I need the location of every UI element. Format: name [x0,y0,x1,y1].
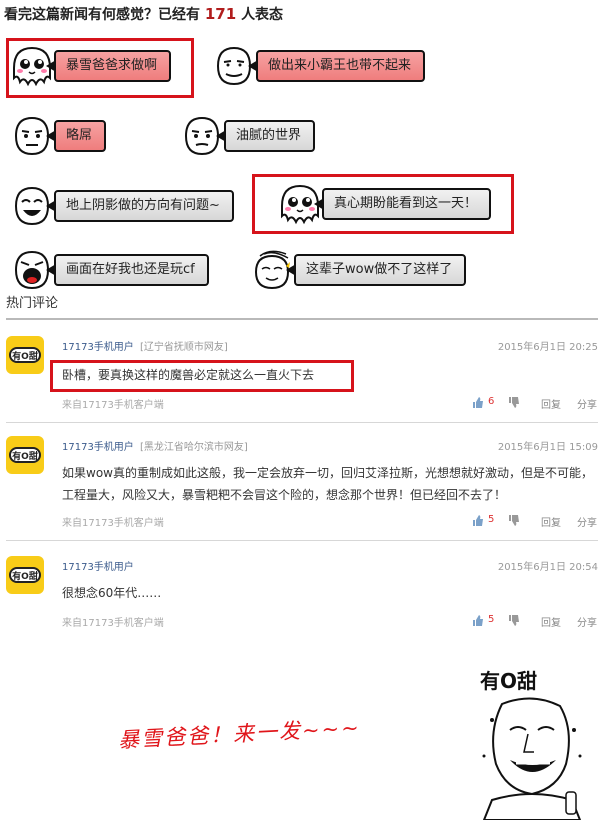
comment-text: 如果wow真的重制成如此这般，我一定会放弃一切，回归艾泽拉斯，光想想就好激动，但… [62,466,593,502]
comment-timestamp: 2015年6月1日 20:25 [497,342,598,353]
reaction-label: 略屌 [45,120,107,152]
hot-comments-title: 热门评论 [6,296,59,311]
thumbs-down-icon[interactable] [508,397,520,408]
comment-username[interactable]: 17173手机用户 [62,438,134,453]
comment-timestamp: 2015年6月1日 20:54 [497,562,598,573]
avatar[interactable]: 有O甜 [6,556,44,594]
comment-username[interactable]: 17173手机用户 [62,558,134,573]
reply-button[interactable]: 回复 [541,514,561,529]
header-suffix: 人表态 [241,7,284,23]
comment-text: 很想念60年代…… [62,586,162,600]
divider [6,318,598,320]
like-count: 5 [488,614,495,625]
comment-location: [辽宁省抚顺市网友] [140,342,228,353]
avatar[interactable]: 有O甜 [6,336,44,374]
share-button[interactable]: 分享 [577,396,597,411]
reaction-count: 171 [204,5,237,23]
thumbs-up-icon[interactable] [472,615,484,626]
comment-timestamp: 2015年6月1日 15:09 [497,442,598,453]
avatar[interactable]: 有O甜 [6,436,44,474]
highlight-box [252,174,514,234]
reaction-header: 看完这篇新闻有何感觉？已经有 171 人表态 [4,4,283,24]
comment-source: 来自17173手机客户端 [62,518,164,529]
divider [6,422,598,423]
reply-button[interactable]: 回复 [541,396,561,411]
thumbs-up-icon[interactable] [472,515,484,526]
divider [6,540,598,541]
reaction-label: 做出来小霸王也带不起来 [247,50,426,82]
avatar-logo: 有O甜 [9,347,41,363]
share-button[interactable]: 分享 [577,514,597,529]
thumbs-down-icon[interactable] [508,615,520,626]
thumbs-up-icon[interactable] [472,397,484,408]
handwritten-slogan: 暴雪爸爸！来一发~~~ [117,715,362,753]
header-prefix: 看完这篇新闻有何感觉？已经有 [4,7,200,23]
meme-caption: 有O甜 [480,669,537,693]
laughing-man-meme: 有O甜 [480,669,582,820]
reaction-label: 油腻的世界 [215,120,316,152]
highlight-box [50,360,354,392]
highlight-box [6,38,194,98]
comment-source: 来自17173手机客户端 [62,618,164,629]
comment-username[interactable]: 17173手机用户 [62,338,134,353]
thumbs-down-icon[interactable] [508,515,520,526]
comment-source: 来自17173手机客户端 [62,400,164,411]
share-button[interactable]: 分享 [577,614,597,629]
reaction-label: 地上阴影做的方向有问题~ [46,190,234,222]
reply-button[interactable]: 回复 [541,614,561,629]
reaction-label: 画面在好我也还是玩cf [46,254,209,286]
avatar-logo: 有O甜 [9,567,41,583]
reaction-label: 这辈子wow做不了这样了 [285,254,467,286]
like-count: 6 [488,396,495,407]
like-count: 5 [488,514,495,525]
comment-location: [黑龙江省哈尔滨市网友] [140,442,248,453]
avatar-logo: 有O甜 [9,447,41,463]
